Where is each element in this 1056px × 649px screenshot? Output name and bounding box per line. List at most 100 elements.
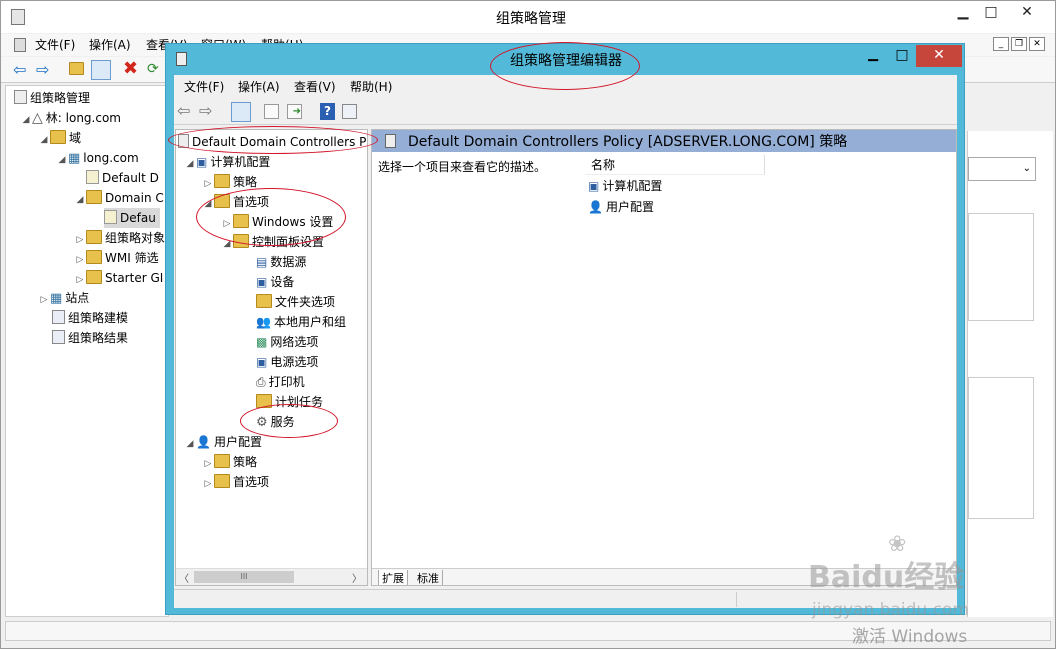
tree-item-power-options[interactable]: ▣ 电源选项 bbox=[256, 352, 318, 372]
child-restore-button[interactable]: ❐ bbox=[1011, 37, 1027, 51]
tree-item-results[interactable]: 组策略结果 bbox=[52, 328, 128, 348]
refresh-icon[interactable]: ⟳ bbox=[147, 61, 159, 77]
tree-label: Starter GI bbox=[105, 271, 164, 285]
expanded-arrow-icon[interactable]: ◢ bbox=[20, 110, 32, 130]
content-header: Default Domain Controllers Policy [ADSER… bbox=[372, 130, 956, 152]
folder-icon bbox=[50, 130, 66, 144]
scroll-right-icon[interactable]: 〉 bbox=[352, 570, 362, 585]
minimize-button[interactable]: ▁ bbox=[949, 3, 977, 23]
tree-label: 数据源 bbox=[270, 255, 307, 269]
tree-item-sites[interactable]: ▷ ▦ 站点 bbox=[38, 288, 90, 310]
tree-item-user-preferences[interactable]: ▷ 首选项 bbox=[202, 472, 269, 492]
list-item-computer-config[interactable]: ▣ 计算机配置 bbox=[588, 176, 662, 196]
editor-show-tree-icon[interactable] bbox=[231, 102, 251, 122]
expanded-arrow-icon[interactable]: ◢ bbox=[184, 154, 196, 174]
tree-item-starter[interactable]: ▷ Starter GI bbox=[74, 268, 163, 288]
delete-icon[interactable]: ✖ bbox=[123, 58, 138, 79]
computer-icon: ▣ bbox=[588, 179, 600, 193]
tree-item-computer-config[interactable]: ◢ ▣ 计算机配置 bbox=[184, 152, 271, 174]
editor-close-button[interactable]: ✕ bbox=[916, 45, 962, 67]
scroll-left-icon[interactable]: 〈 bbox=[179, 570, 189, 585]
tree-item-devices[interactable]: ▣ 设备 bbox=[256, 272, 294, 292]
statusbar-divider bbox=[736, 592, 737, 607]
ou-folder-icon bbox=[86, 190, 102, 204]
tree-label: long.com bbox=[83, 151, 139, 165]
editor-menu-view[interactable]: 查看(V) bbox=[294, 77, 336, 97]
column-header-name[interactable]: 名称 bbox=[585, 155, 765, 175]
tree-label: 用户配置 bbox=[213, 435, 262, 449]
tree-horizontal-scrollbar[interactable]: 〈 III 〉 bbox=[176, 568, 367, 585]
editor-export-icon[interactable]: ➜ bbox=[287, 104, 302, 119]
expanded-arrow-icon[interactable]: ◢ bbox=[74, 190, 86, 210]
users-icon: 👥 bbox=[256, 315, 271, 329]
tree-item-folder-options[interactable]: 文件夹选项 bbox=[256, 292, 335, 312]
collapsed-arrow-icon[interactable]: ▷ bbox=[202, 454, 214, 474]
show-tree-icon[interactable] bbox=[91, 60, 111, 80]
tree-item-gpm-root[interactable]: 组策略管理 bbox=[14, 88, 90, 108]
network-icon: ▩ bbox=[256, 335, 268, 349]
list-item-user-config[interactable]: 👤 用户配置 bbox=[588, 197, 654, 217]
editor-forward-icon[interactable]: ⇨ bbox=[199, 101, 212, 120]
collapsed-arrow-icon[interactable]: ▷ bbox=[74, 230, 86, 250]
forest-icon: △ bbox=[32, 110, 43, 126]
back-arrow-icon[interactable]: ⇦ bbox=[13, 60, 26, 79]
maximize-button[interactable]: □ bbox=[977, 3, 1005, 23]
expanded-arrow-icon[interactable]: ◢ bbox=[56, 150, 68, 170]
bg-menu-file[interactable]: 文件(F) bbox=[35, 35, 75, 55]
bg-dropdown[interactable]: ⌄ bbox=[968, 157, 1036, 181]
tab-standard[interactable]: 标准 bbox=[414, 570, 443, 585]
tree-item-wmi[interactable]: ▷ WMI 筛选 bbox=[74, 248, 159, 268]
child-close-button[interactable]: ✕ bbox=[1029, 37, 1045, 51]
editor-menu-file[interactable]: 文件(F) bbox=[184, 77, 224, 97]
expanded-arrow-icon[interactable]: ◢ bbox=[38, 130, 50, 150]
tree-item-data-sources[interactable]: ▤ 数据源 bbox=[256, 252, 306, 272]
power-icon: ▣ bbox=[256, 355, 268, 369]
editor-view-icon[interactable] bbox=[342, 104, 357, 119]
tree-item-local-users[interactable]: 👥 本地用户和组 bbox=[256, 312, 346, 332]
tab-extended[interactable]: 扩展 bbox=[378, 570, 408, 585]
child-minimize-button[interactable]: _ bbox=[993, 37, 1009, 51]
forward-arrow-icon[interactable]: ⇨ bbox=[36, 60, 49, 79]
tree-item-default-d[interactable]: Default D bbox=[86, 168, 159, 188]
tree-item-defau[interactable]: Defau bbox=[104, 208, 160, 228]
tree-label: 电源选项 bbox=[270, 355, 319, 369]
tree-label: 组策略建模 bbox=[68, 311, 129, 325]
bg-grid-1 bbox=[968, 213, 1034, 321]
collapsed-arrow-icon[interactable]: ▷ bbox=[202, 174, 214, 194]
user-icon: 👤 bbox=[196, 435, 211, 449]
editor-maximize-button[interactable]: □ bbox=[888, 45, 916, 67]
tree-item-domains[interactable]: ◢ 域 bbox=[38, 128, 81, 148]
editor-back-icon[interactable]: ⇦ bbox=[177, 101, 190, 120]
tree-item-long-com[interactable]: ◢ ▦ long.com bbox=[56, 148, 139, 168]
collapsed-arrow-icon[interactable]: ▷ bbox=[38, 290, 50, 310]
tree-item-user-policies[interactable]: ▷ 策略 bbox=[202, 452, 257, 472]
tree-item-printers[interactable]: ⎙ 打印机 bbox=[256, 372, 305, 392]
editor-properties-icon[interactable] bbox=[264, 104, 279, 119]
tree-item-network-options[interactable]: ▩ 网络选项 bbox=[256, 332, 318, 352]
editor-minimize-button[interactable]: ▁ bbox=[858, 45, 888, 67]
tree-item-gpo[interactable]: ▷ 组策略对象 bbox=[74, 228, 165, 248]
editor-menu-action[interactable]: 操作(A) bbox=[238, 77, 280, 97]
tree-item-user-config[interactable]: ◢ 👤 用户配置 bbox=[184, 432, 262, 452]
baidu-watermark: ❀ Baidu经验 jingyan.baidu.com bbox=[808, 532, 1048, 620]
up-folder-icon[interactable] bbox=[69, 62, 84, 76]
tree-item-forest[interactable]: ◢ △ 林: long.com bbox=[20, 108, 121, 128]
folder-icon bbox=[214, 454, 230, 468]
collapsed-arrow-icon[interactable]: ▷ bbox=[74, 250, 86, 270]
tree-item-domain-c[interactable]: ◢ Domain C bbox=[74, 188, 164, 208]
close-button[interactable]: ✕ bbox=[1013, 3, 1041, 23]
tree-label: 域 bbox=[69, 131, 82, 145]
editor-help-icon[interactable]: ? bbox=[320, 103, 335, 120]
editor-toolbar: ⇦ ⇨ ➜ ? bbox=[174, 99, 957, 125]
tree-item-modeling[interactable]: 组策略建模 bbox=[52, 308, 128, 328]
baidu-url-text: jingyan.baidu.com bbox=[812, 600, 969, 620]
bg-menu-action[interactable]: 操作(A) bbox=[89, 35, 131, 55]
results-icon bbox=[52, 330, 65, 344]
collapsed-arrow-icon[interactable]: ▷ bbox=[74, 270, 86, 290]
list-item-label: 计算机配置 bbox=[602, 179, 663, 193]
collapsed-arrow-icon[interactable]: ▷ bbox=[202, 474, 214, 494]
tree-label: 首选项 bbox=[233, 475, 270, 489]
scrollbar-thumb[interactable]: III bbox=[194, 571, 294, 583]
expanded-arrow-icon[interactable]: ◢ bbox=[184, 434, 196, 454]
editor-menu-help[interactable]: 帮助(H) bbox=[350, 77, 392, 97]
